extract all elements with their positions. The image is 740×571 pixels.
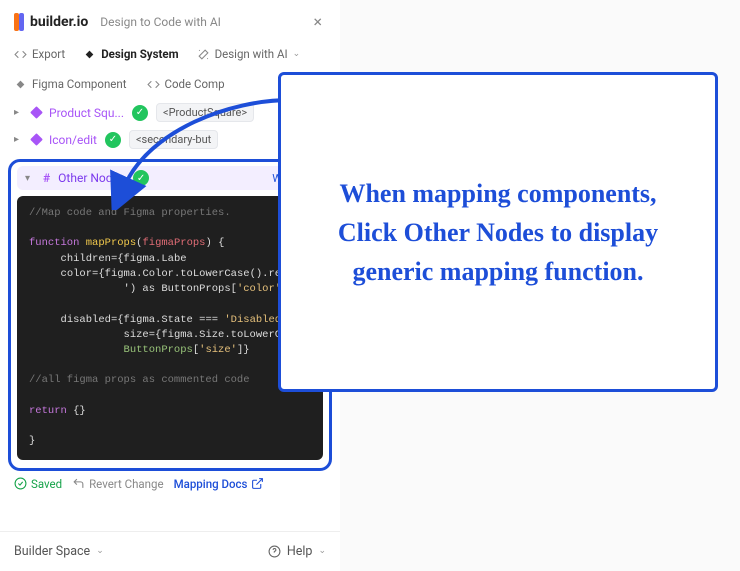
close-icon[interactable]: ×	[309, 10, 326, 33]
code-icon	[14, 48, 27, 61]
hash-icon: #	[43, 171, 50, 185]
logo: builder.io	[14, 13, 88, 31]
undo-icon	[72, 477, 85, 490]
header: builder.io Design to Code with AI ×	[0, 0, 340, 41]
col-figma-component[interactable]: Figma Component	[14, 77, 127, 91]
header-subtitle: Design to Code with AI	[100, 15, 221, 29]
builder-space-menu[interactable]: Builder Space ⌄	[14, 544, 104, 559]
check-icon: ✓	[133, 170, 149, 186]
chevron-down-icon: ⌄	[96, 546, 104, 556]
annotation-callout: When mapping components, Click Other Nod…	[278, 72, 718, 392]
code-pill[interactable]: <ProductSquare>	[156, 103, 254, 122]
component-icon	[30, 106, 43, 119]
chevron-down-icon: ⌄	[318, 546, 326, 556]
check-icon: ✓	[105, 132, 121, 148]
help-menu[interactable]: Help ⌄	[268, 544, 326, 559]
chevron-down-icon: ⌄	[293, 49, 301, 59]
saved-indicator: Saved	[14, 477, 62, 491]
code-pill[interactable]: <secondary-but	[129, 130, 218, 149]
annotation-text: When mapping components, Click Other Nod…	[319, 174, 677, 291]
check-circle-icon	[14, 477, 27, 490]
col-code-component[interactable]: Code Comp	[147, 77, 225, 91]
tab-design-system-label: Design System	[101, 47, 178, 61]
tab-export-label: Export	[32, 47, 65, 61]
component-icon	[30, 133, 43, 146]
component-name: Other Nodes	[58, 171, 125, 185]
mapping-docs-link[interactable]: Mapping Docs	[174, 477, 265, 491]
chevron-right-icon[interactable]: ▸	[14, 107, 24, 118]
code-icon	[147, 78, 160, 91]
tab-design-system[interactable]: Design System	[83, 47, 178, 61]
tab-design-ai[interactable]: Design with AI ⌄	[197, 47, 301, 61]
wand-icon	[197, 48, 210, 61]
bottom-bar: Builder Space ⌄ Help ⌄	[0, 531, 340, 571]
tab-design-ai-label: Design with AI	[215, 47, 288, 61]
editor-footer: Saved Revert Change Mapping Docs	[0, 471, 340, 497]
logo-mark-icon	[14, 13, 24, 31]
external-link-icon	[251, 477, 264, 490]
brand-name: builder.io	[30, 14, 88, 30]
chevron-down-icon[interactable]: ▾	[25, 173, 35, 184]
component-name[interactable]: Icon/edit	[49, 133, 97, 147]
diamond-icon	[83, 48, 96, 61]
revert-button[interactable]: Revert Change	[72, 477, 163, 491]
diamond-icon	[14, 78, 27, 91]
component-name[interactable]: Product Squ...	[49, 106, 124, 120]
tab-export[interactable]: Export	[14, 47, 65, 61]
chevron-right-icon[interactable]: ▸	[14, 134, 24, 145]
check-icon: ✓	[132, 105, 148, 121]
help-circle-icon	[268, 545, 281, 558]
tab-bar: Export Design System Design with AI ⌄	[0, 41, 340, 71]
